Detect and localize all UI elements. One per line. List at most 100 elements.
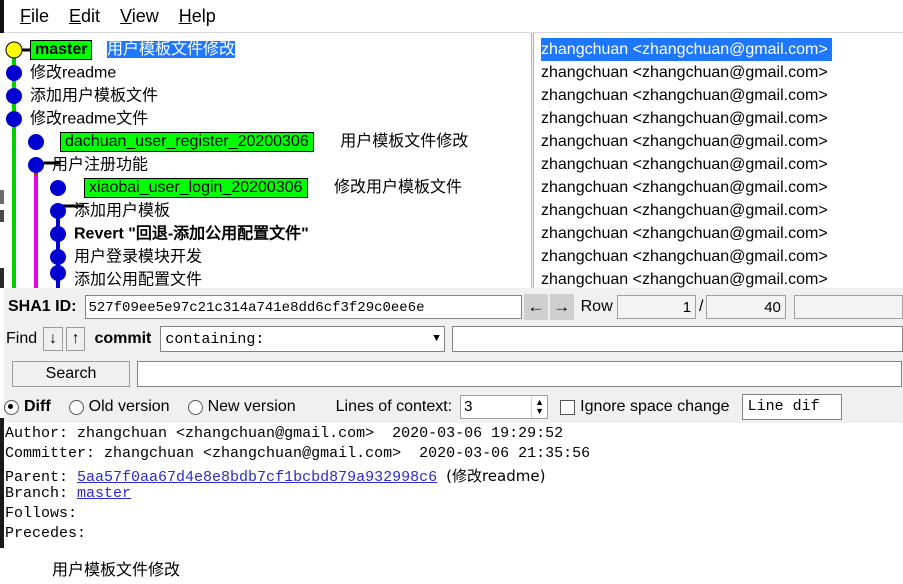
commit-dot [50,180,66,196]
detail-branch-link[interactable]: master [77,485,131,502]
commit-row[interactable]: 添加re文件 [74,285,152,288]
detail-author-key: Author: [5,425,69,442]
detail-parent-line: Parent: 5aa57f0aa67d4e8e8bdb7cf1bcbd879a… [5,465,545,486]
commit-subject: 修改用户模板文件 [333,179,462,197]
menu-help[interactable]: Help [169,6,226,27]
commit-details-pane[interactable]: Author: zhangchuan <zhangchuan@gmail.com… [0,423,903,584]
commit-graph-panel[interactable]: master 用户模板文件修改 修改readme 添加用户模板文件 修改read… [0,33,531,288]
gutter-artifact [0,210,4,222]
detail-committer-line: Committer: zhangchuan <zhangchuan@gmail.… [5,445,590,462]
detail-parent-note: (修改readme) [446,467,546,485]
commit-dot [6,65,22,81]
panel-divider[interactable] [531,33,534,288]
commit-row[interactable]: master 用户模板文件修改 [30,38,235,61]
gutter-artifact [0,418,4,548]
commit-dot [50,249,66,265]
search-bar: Search [0,357,903,391]
lines-of-context-value: 3 [464,398,473,415]
menu-edit[interactable]: Edit [59,6,110,27]
commit-row[interactable]: 用户注册功能 [52,153,148,176]
commit-row[interactable]: 用户登录模块开发 [74,245,202,268]
ref-label-xiaobai-user-login[interactable]: xiaobai_user_login_20200306 [84,177,308,198]
menu-help-label: elp [191,5,216,26]
find-scope-label[interactable]: commit [94,330,151,348]
lines-of-context-label: Lines of context: [335,398,453,415]
detail-committer-date: 2020-03-06 21:35:56 [419,445,591,462]
menu-view-mnemonic: V [120,5,132,26]
chevron-down-icon: ▼ [433,333,440,345]
commit-author-panel[interactable]: zhangchuan <zhangchuan@gmail.com> zhangc… [535,33,903,288]
ignore-space-change-checkbox[interactable]: Ignore space change [560,398,730,416]
search-button[interactable]: Search [12,361,130,387]
menu-file-label: ile [31,5,50,26]
forward-arrow-icon[interactable]: → [549,293,574,320]
commit-row[interactable]: xiaobai_user_login_20200306 修改用户模板文件 [84,176,462,199]
author-cell: zhangchuan <zhangchuan@gmail.com> [541,285,828,288]
commit-subject: 用户注册功能 [52,156,149,174]
commit-subject: 修改readme [30,64,117,82]
commit-dot [28,157,44,173]
author-cell: zhangchuan <zhangchuan@gmail.com> [541,87,828,104]
author-cell: zhangchuan <zhangchuan@gmail.com> [541,225,828,242]
find-mode-combo[interactable]: containing: ▼ [160,326,445,352]
checkbox-indicator [560,399,576,415]
commit-list-area: master 用户模板文件修改 修改readme 添加用户模板文件 修改read… [0,33,903,288]
commit-dot [50,265,66,281]
menu-view-label: iew [131,5,159,26]
author-cell: zhangchuan <zhangchuan@gmail.com> [541,110,828,127]
find-down-icon[interactable]: ↓ [43,327,63,351]
radio-new-version[interactable]: New version [187,398,296,416]
commit-row[interactable]: Revert "回退-添加公用配置文件" [74,222,309,245]
search-input[interactable] [137,361,902,387]
menu-edit-label: dit [81,5,101,26]
commit-row[interactable]: 修改readme [30,61,116,84]
radio-new-version-label: New version [207,398,296,415]
author-cell: zhangchuan <zhangchuan@gmail.com> [541,179,828,196]
lines-of-context-stepper[interactable]: 3 ▲ ▼ [460,395,549,419]
ref-label-dachuan-user-register[interactable]: dachuan_user_register_20200306 [60,131,314,152]
commit-subject: 用户登录模块开发 [74,248,203,266]
diff-options-bar: Diff Old version New version Lines of co… [0,391,903,423]
commit-row[interactable]: 添加用户模板 [74,199,170,222]
back-arrow-icon[interactable]: ← [523,293,548,320]
menu-bar: File Edit View Help [0,0,903,33]
find-mode-value: containing: [165,330,265,348]
gitk-window: File Edit View Help master 用户模板文件修改 修改re… [0,0,903,584]
detail-precedes-line: Precedes: [5,525,87,542]
detail-committer-value: zhangchuan <zhangchuan@gmail.com> [104,445,402,462]
commit-row[interactable]: 添加用户模板文件 [30,84,158,107]
radio-diff-label: Diff [24,398,51,415]
author-cell: zhangchuan <zhangchuan@gmail.com> [541,38,832,61]
row-current-input[interactable]: 1 [616,294,697,319]
commit-row[interactable]: dachuan_user_register_20200306 用户模板文件修改 [60,130,468,153]
radio-new-version-indicator [187,399,203,415]
ref-label-master[interactable]: master [30,39,93,60]
menu-file[interactable]: File [10,6,59,27]
detail-branch-line: Branch: master [5,485,131,502]
sha1-input[interactable]: 527f09ee5e97c21c314a741e8dd6cf3f29c0ee6e [85,294,522,319]
commit-subject: 用户模板文件修改 [340,133,469,151]
radio-diff[interactable]: Diff [4,398,51,416]
menu-file-mnemonic: F [20,5,31,26]
row-label: Row [580,297,613,315]
commit-dot [6,111,22,127]
commit-row[interactable]: 修改readme文件 [30,107,148,130]
commit-dot [6,88,22,104]
detail-author-line: Author: zhangchuan <zhangchuan@gmail.com… [5,425,563,442]
author-cell: zhangchuan <zhangchuan@gmail.com> [541,133,828,150]
gutter-artifact [0,190,4,204]
find-up-icon[interactable]: ↑ [65,327,86,351]
menu-help-mnemonic: H [178,5,192,26]
radio-diff-indicator [4,399,19,415]
menu-view[interactable]: View [110,6,169,27]
find-query-input[interactable] [451,326,903,352]
commit-dot [50,203,66,219]
radio-old-version[interactable]: Old version [68,398,170,416]
stepper-arrows-icon[interactable]: ▲ ▼ [531,396,547,418]
row-total-field: 40 [706,294,786,319]
radio-old-version-indicator [68,399,84,415]
commit-subject: Revert "回退-添加公用配置文件" [74,225,309,243]
line-diff-combo[interactable]: Line dif [741,394,842,420]
row-extra-field[interactable] [793,294,903,319]
detail-parent-link[interactable]: 5aa57f0aa67d4e8e8bdb7cf1bcbd879a932998c6 [77,469,437,486]
